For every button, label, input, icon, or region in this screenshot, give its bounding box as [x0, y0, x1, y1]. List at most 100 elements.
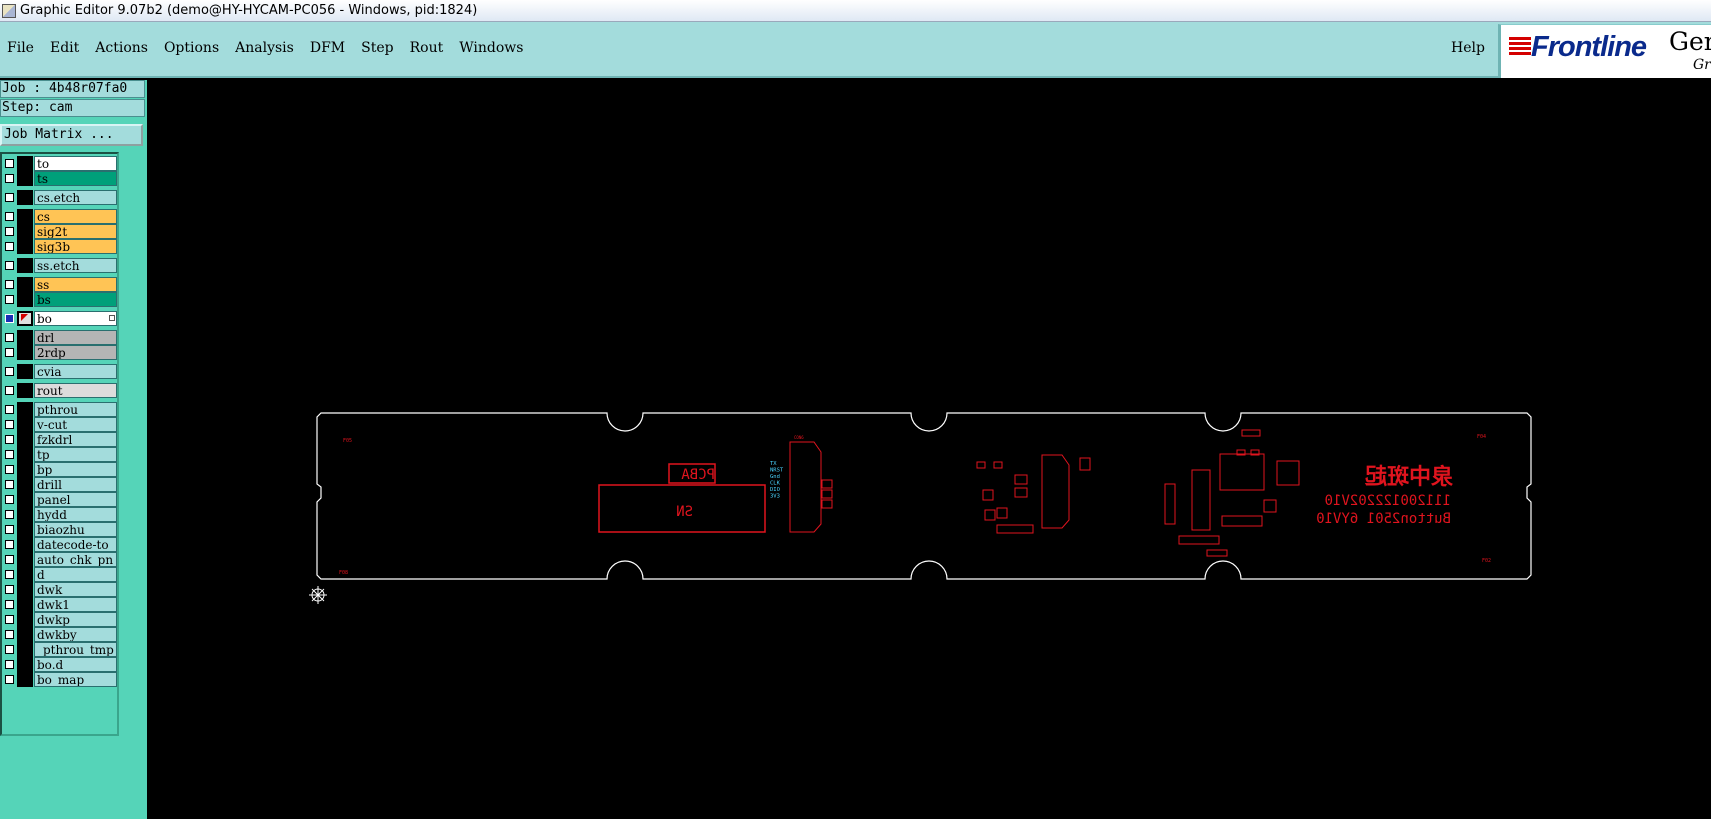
- menu-actions[interactable]: Actions: [87, 40, 156, 56]
- layer-affected-slot[interactable]: [17, 672, 33, 687]
- layer-affected-slot[interactable]: [17, 597, 33, 612]
- layer-name[interactable]: dwkp: [34, 612, 117, 627]
- layer-checkbox[interactable]: [5, 420, 14, 429]
- layer-checkbox[interactable]: [5, 570, 14, 579]
- layer-affected-slot[interactable]: [17, 432, 33, 447]
- layer-checkbox[interactable]: [5, 450, 14, 459]
- layer-name[interactable]: drill: [34, 477, 117, 492]
- layer-checkbox[interactable]: [5, 405, 14, 414]
- layer-row-dwk[interactable]: dwk: [2, 582, 119, 597]
- layer-name[interactable]: cs.etch: [34, 190, 117, 205]
- layer-row-drl[interactable]: drl: [2, 330, 119, 345]
- layer-row-dwk1[interactable]: dwk1: [2, 597, 119, 612]
- layer-name[interactable]: to: [34, 156, 117, 171]
- layer-affected-slot[interactable]: [17, 330, 33, 345]
- layer-row-cs.etch[interactable]: cs.etch: [2, 190, 119, 205]
- layer-checkbox[interactable]: [5, 600, 14, 609]
- layer-name[interactable]: sig3b: [34, 239, 117, 254]
- layer-affected-slot[interactable]: [17, 224, 33, 239]
- layer-checkbox[interactable]: [5, 510, 14, 519]
- layer-name[interactable]: dwk: [34, 582, 117, 597]
- layer-affected-slot[interactable]: [17, 364, 33, 379]
- layer-name[interactable]: _pthrou_tmp: [34, 642, 117, 657]
- layer-row-sig3b[interactable]: sig3b: [2, 239, 119, 254]
- layer-checkbox[interactable]: [5, 525, 14, 534]
- layer-name[interactable]: cvia: [34, 364, 117, 379]
- layer-affected-slot[interactable]: [17, 156, 33, 171]
- layer-affected-slot[interactable]: [17, 492, 33, 507]
- menu-options[interactable]: Options: [156, 40, 227, 56]
- layer-name[interactable]: dwk1: [34, 597, 117, 612]
- menu-rout[interactable]: Rout: [402, 40, 452, 56]
- layer-row-ss.etch[interactable]: ss.etch: [2, 258, 119, 273]
- layer-affected-slot[interactable]: [17, 582, 33, 597]
- layer-row-panel[interactable]: panel: [2, 492, 119, 507]
- layer-checkbox[interactable]: [5, 435, 14, 444]
- layer-row-bp[interactable]: bp: [2, 462, 119, 477]
- layer-affected-slot[interactable]: [17, 417, 33, 432]
- layer-checkbox[interactable]: [5, 480, 14, 489]
- layer-checkbox[interactable]: [5, 660, 14, 669]
- layer-row-sig2t[interactable]: sig2t: [2, 224, 119, 239]
- layer-checkbox[interactable]: [5, 212, 14, 221]
- layer-row-pthrou[interactable]: pthrou: [2, 402, 119, 417]
- layer-row-ss[interactable]: ss: [2, 277, 119, 292]
- layer-affected-slot[interactable]: [17, 657, 33, 672]
- menu-file[interactable]: File: [0, 40, 42, 56]
- layer-name[interactable]: d: [34, 567, 117, 582]
- layer-checkbox[interactable]: [5, 540, 14, 549]
- layer-row-d[interactable]: d: [2, 567, 119, 582]
- layer-checkbox[interactable]: [5, 645, 14, 654]
- layer-row-dwkby[interactable]: dwkby: [2, 627, 119, 642]
- layer-row-2rdp[interactable]: 2rdp: [2, 345, 119, 360]
- layer-row-bo_map[interactable]: bo_map: [2, 672, 119, 687]
- layer-row-drill[interactable]: drill: [2, 477, 119, 492]
- layer-row-hydd[interactable]: hydd: [2, 507, 119, 522]
- layer-name[interactable]: ss.etch: [34, 258, 117, 273]
- layer-row-cvia[interactable]: cvia: [2, 364, 119, 379]
- layer-checkbox[interactable]: [5, 333, 14, 342]
- layer-affected-slot[interactable]: [17, 567, 33, 582]
- layer-affected-slot[interactable]: [17, 402, 33, 417]
- layer-row-cs[interactable]: cs: [2, 209, 119, 224]
- layer-name[interactable]: sig2t: [34, 224, 117, 239]
- menu-analysis[interactable]: Analysis: [227, 40, 302, 56]
- layer-name[interactable]: auto_chk_pn: [34, 552, 117, 567]
- layer-affected-slot[interactable]: [17, 277, 33, 292]
- job-matrix-button[interactable]: Job Matrix ...: [0, 124, 143, 146]
- layer-checkbox[interactable]: [5, 555, 14, 564]
- layer-affected-slot[interactable]: [17, 190, 33, 205]
- layer-affected-slot[interactable]: [17, 477, 33, 492]
- layer-checkbox[interactable]: [5, 675, 14, 684]
- layer-checkbox[interactable]: [5, 193, 14, 202]
- layer-row-bo[interactable]: bo: [2, 311, 119, 326]
- layer-affected-slot[interactable]: [17, 522, 33, 537]
- layer-row-v-cut[interactable]: v-cut: [2, 417, 119, 432]
- layer-checkbox[interactable]: [5, 242, 14, 251]
- layer-affected-slot[interactable]: [17, 552, 33, 567]
- layer-row-auto_chk_pn[interactable]: auto_chk_pn: [2, 552, 119, 567]
- menu-edit[interactable]: Edit: [42, 40, 87, 56]
- layer-affected-slot[interactable]: [17, 345, 33, 360]
- layer-name[interactable]: cs: [34, 209, 117, 224]
- layer-name[interactable]: hydd: [34, 507, 117, 522]
- layer-affected-slot[interactable]: [17, 292, 33, 307]
- layer-affected-slot[interactable]: [17, 507, 33, 522]
- layer-row-ts[interactable]: ts: [2, 171, 119, 186]
- layer-name[interactable]: bs: [34, 292, 117, 307]
- graphics-canvas[interactable]: F05 F04 F08 F02 PCBA SN CON6 TX NRST Gnd CL…: [147, 80, 1711, 819]
- layer-checkbox[interactable]: [5, 280, 14, 289]
- layer-checkbox[interactable]: [5, 159, 14, 168]
- menu-step[interactable]: Step: [353, 40, 401, 56]
- layer-name[interactable]: biaozhu: [34, 522, 117, 537]
- layer-name[interactable]: panel: [34, 492, 117, 507]
- layer-name[interactable]: bo_map: [34, 672, 117, 687]
- layer-affected-slot[interactable]: [17, 642, 33, 657]
- layer-checkbox[interactable]: [5, 227, 14, 236]
- layer-checkbox[interactable]: [5, 615, 14, 624]
- layer-checkbox[interactable]: [5, 630, 14, 639]
- layer-row-rout[interactable]: rout: [2, 383, 119, 398]
- layer-affected-slot[interactable]: [17, 537, 33, 552]
- layer-affected-slot[interactable]: [17, 383, 33, 398]
- layer-affected-slot[interactable]: [17, 612, 33, 627]
